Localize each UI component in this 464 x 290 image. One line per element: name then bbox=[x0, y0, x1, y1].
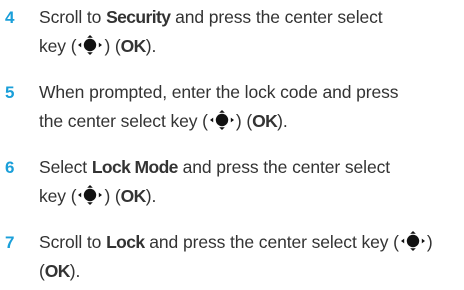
text-segment: and press the center select key ( bbox=[144, 232, 399, 252]
ok-label: OK bbox=[120, 186, 147, 206]
step-text: Select Lock Mode and press the center se… bbox=[39, 153, 464, 211]
step-number: 6 bbox=[5, 158, 15, 177]
nav-center-select-icon bbox=[208, 109, 236, 131]
step-text: Scroll to Security and press the center … bbox=[39, 3, 464, 61]
text-segment: When prompted, enter the lock code and p… bbox=[39, 82, 399, 102]
nav-center-select-icon bbox=[76, 184, 104, 206]
text-segment: ) bbox=[426, 232, 433, 252]
text-segment: Scroll to bbox=[39, 7, 107, 27]
ok-label: OK bbox=[44, 261, 71, 281]
nav-center-select-icon bbox=[76, 34, 104, 56]
text-segment: and press the center select bbox=[177, 157, 391, 177]
step-text: Scroll to Lock and press the center sele… bbox=[39, 228, 464, 286]
text-segment: ) ( bbox=[235, 111, 253, 131]
text-segment: key ( bbox=[39, 186, 77, 206]
text-segment: the center select key ( bbox=[39, 111, 208, 131]
nav-center-select-icon bbox=[399, 230, 427, 252]
text-segment: Select bbox=[39, 157, 92, 177]
text-segment: and press the center select bbox=[170, 7, 383, 27]
step-text: When prompted, enter the lock code and p… bbox=[39, 78, 464, 136]
text-segment: ). bbox=[277, 111, 288, 131]
menu-item-lock: Lock bbox=[106, 232, 145, 252]
step-number: 4 bbox=[5, 8, 15, 27]
text-segment: ) ( bbox=[104, 186, 121, 206]
step-number: 5 bbox=[5, 83, 15, 102]
text-segment: ) ( bbox=[104, 36, 121, 56]
text-segment: ). bbox=[145, 186, 157, 206]
text-segment: ). bbox=[145, 36, 157, 56]
menu-item-security: Security bbox=[106, 7, 171, 27]
text-segment: ). bbox=[69, 261, 81, 281]
step-number: 7 bbox=[5, 233, 15, 252]
menu-item-lock-mode: Lock Mode bbox=[91, 157, 179, 177]
ok-label: OK bbox=[120, 36, 147, 56]
text-segment: Scroll to bbox=[39, 232, 107, 252]
ok-label: OK bbox=[252, 111, 278, 131]
text-segment: key ( bbox=[39, 36, 77, 56]
